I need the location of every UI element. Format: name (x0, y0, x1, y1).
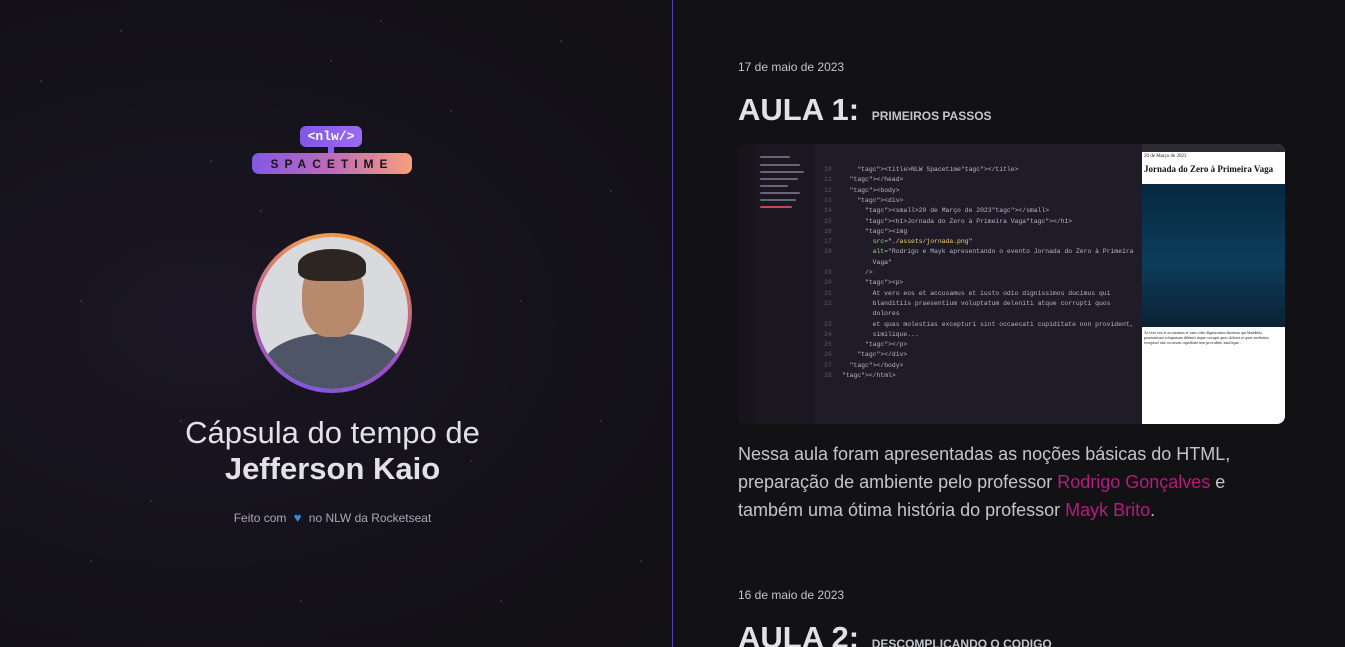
code-line: 24 similique... (824, 330, 919, 338)
code-line: 22 blanditiis praesentium voluptatum del… (824, 299, 1111, 307)
star-dot (90, 560, 92, 562)
code-line: 25 "tagc"></p> (824, 341, 908, 349)
memory-title: AULA 1: PRIMEIROS PASSOS (738, 92, 992, 127)
star-dot (300, 600, 302, 602)
memories-timeline: 17 de maio de 2023 AULA 1: PRIMEIROS PAS… (674, 0, 1345, 647)
star-dot (500, 600, 502, 602)
star-dot (380, 20, 382, 22)
capsule-title: Cápsula do tempo de Jefferson Kaio (0, 415, 665, 487)
avatar[interactable] (252, 233, 412, 393)
logo-tag: <nlw/> (300, 126, 362, 147)
code-line: Vaga" (842, 258, 892, 266)
code-line: 26 "tagc"></div> (824, 351, 908, 359)
star-dot (210, 160, 212, 162)
code-line: dolores (842, 310, 900, 318)
footer-after: no NLW da Rocketseat (308, 511, 432, 525)
code-line: 23 et quas molestias excepturi sint occa… (824, 320, 1134, 328)
star-dot (450, 110, 452, 112)
file-explorer (754, 144, 814, 424)
link-mayk[interactable]: Mayk Brito (1065, 500, 1150, 520)
code-line: 28 "tagc"></html> (824, 372, 896, 379)
logo-text: SPACETIME (270, 156, 394, 171)
star-dot (260, 210, 262, 212)
user-name: Jefferson Kaio (224, 451, 441, 486)
code-line: 14 "tagc"><small>20 de Março de 2023"tag… (824, 207, 1050, 215)
profile-panel: <nlw/> SPACETIME Cápsula do tempo de Jef… (0, 0, 673, 647)
code-line: 11 "tagc"></head> (824, 176, 904, 184)
memory-date: 17 de maio de 2023 (738, 60, 845, 74)
link-rodrigo[interactable]: Rodrigo Gonçalves (1057, 472, 1210, 492)
star-dot (610, 190, 612, 192)
code-line: 21 At vero eos et accusamus et iusto odi… (824, 289, 1111, 297)
memory-description: Nessa aula foram apresentadas as noções … (738, 444, 1231, 520)
code-line: 12 "tagc"><body> (824, 186, 900, 194)
avatar-photo (256, 237, 408, 389)
code-line: 15 "tagc"><h1>Jornada do Zero à Primeira… (824, 217, 1073, 225)
star-dot (560, 40, 562, 42)
star-dot (150, 500, 152, 502)
code-line: 20 "tagc"><p> (824, 279, 904, 287)
capsule-title-prefix: Cápsula do tempo de (185, 415, 480, 450)
code-line: 13 "tagc"><div> (824, 196, 904, 204)
code-editor-screenshot: 10 "tagc"><title>NLW Spacetime"tagc"></t… (738, 144, 1142, 424)
memory-title: AULA 2: DESCOMPLICANDO O CODIGO (738, 620, 1052, 647)
star-dot (640, 560, 642, 562)
code-line: 27 "tagc"></body> (824, 361, 904, 369)
star-dot (80, 300, 82, 302)
spacetime-logo: <nlw/> SPACETIME (252, 126, 412, 174)
star-dot (120, 30, 122, 32)
code-line: 16 "tagc"><img (824, 227, 908, 235)
memory-image[interactable]: 10 "tagc"><title>NLW Spacetime"tagc"></t… (738, 144, 1285, 424)
code-line: 18 alt="Rodrigo e Mayk apresentando o ev… (824, 248, 1134, 256)
heart-icon: ♥ (293, 510, 302, 525)
browser-preview: 20 de Março de 2023 Jornada do Zero à Pr… (1142, 144, 1285, 424)
footer-before: Feito com (233, 511, 287, 525)
event-photo (1142, 184, 1285, 327)
star-dot (40, 80, 42, 82)
code-line: 17 src="./assets/jornada.png" (824, 238, 973, 246)
memory-subtitle: DESCOMPLICANDO O CODIGO (871, 637, 1052, 647)
footer-note: Feito com ♥ no NLW da Rocketseat (0, 510, 665, 525)
star-dot (330, 60, 332, 62)
star-dot (520, 300, 522, 302)
code-line: 19 /> (824, 269, 873, 276)
code-line: 10 "tagc"><title>NLW Spacetime"tagc"></t… (824, 166, 1019, 173)
memory-date: 16 de maio de 2023 (738, 588, 845, 602)
memory-subtitle: PRIMEIROS PASSOS (871, 109, 992, 123)
